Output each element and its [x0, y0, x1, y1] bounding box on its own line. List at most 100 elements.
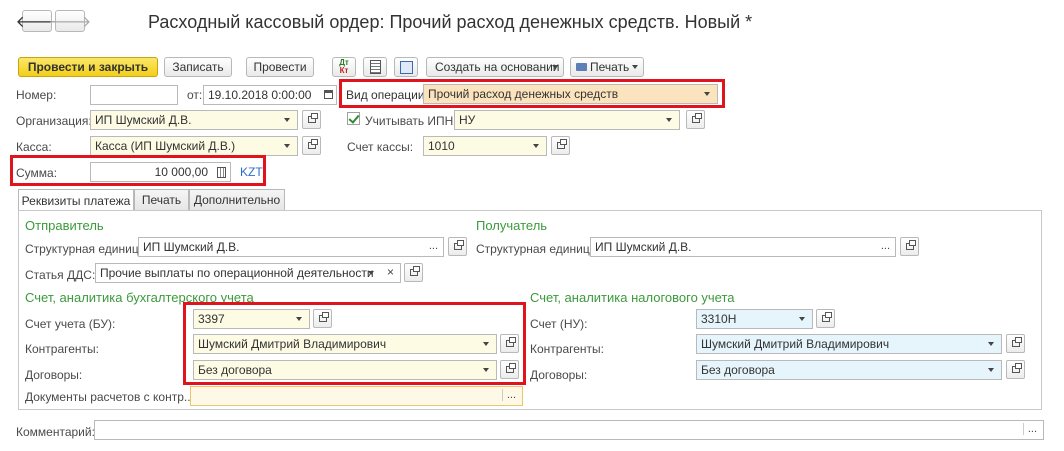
receiver-unit-value: ИП Шумский Д.В. — [595, 240, 692, 254]
post-and-close-button[interactable]: Провести и закрыть — [18, 57, 158, 77]
cash-account-label: Счет кассы: — [347, 140, 414, 154]
nu-contracts-field[interactable]: Без договора — [696, 360, 1002, 380]
open-form-icon — [409, 266, 420, 276]
arrow-right-icon: 🡒 — [48, 13, 92, 31]
sender-heading: Отправитель — [25, 218, 104, 233]
comment-field[interactable]: ... — [94, 420, 1044, 440]
comment-label: Комментарий: — [16, 425, 95, 439]
print-button[interactable]: Печать — [570, 57, 644, 77]
tab-payment-details[interactable]: Реквизиты платежа — [18, 189, 134, 211]
list-button[interactable] — [363, 57, 387, 77]
dds-label: Статья ДДС: — [25, 268, 96, 282]
chevron-down-icon — [632, 65, 638, 69]
open-form-icon — [307, 113, 318, 123]
tab-additional[interactable]: Дополнительно — [189, 189, 285, 210]
chevron-down-icon[interactable] — [277, 137, 297, 155]
chevron-down-icon[interactable] — [526, 137, 546, 155]
open-cash-button[interactable] — [302, 136, 321, 155]
calendar-icon[interactable] — [324, 90, 333, 99]
nu-account-field[interactable]: 3310Н — [696, 309, 813, 329]
highlight-operation-type — [339, 79, 725, 108]
open-dds-button[interactable] — [404, 263, 423, 282]
cash-field[interactable]: Касса (ИП Шумский Д.В.) — [90, 136, 298, 156]
back-button[interactable]: 🡐 — [16, 10, 58, 32]
post-button[interactable]: Провести — [246, 57, 314, 77]
bu-account-label: Счет учета (БУ): — [25, 317, 116, 331]
open-receiver-unit-button[interactable] — [900, 237, 919, 256]
receiver-heading: Получатель — [476, 218, 548, 233]
nu-contracts-label: Договоры: — [530, 368, 588, 382]
clear-icon[interactable]: × — [387, 265, 394, 279]
open-organization-button[interactable] — [302, 110, 321, 129]
print-label: Печать — [590, 60, 630, 74]
bu-docs-field[interactable]: ... — [190, 386, 523, 406]
open-form-icon — [307, 139, 318, 149]
printer-icon — [576, 63, 587, 71]
sender-unit-value: ИП Шумский Д.В. — [143, 240, 240, 254]
open-form-icon — [691, 113, 702, 123]
open-form-icon — [556, 139, 567, 149]
select-button[interactable]: ... — [1022, 423, 1037, 435]
chevron-down-icon[interactable] — [981, 361, 1001, 379]
open-form-icon — [821, 312, 832, 322]
sender-unit-label: Структурная единица: — [25, 242, 149, 256]
receiver-unit-field[interactable]: ИП Шумский Д.В. ... — [590, 237, 896, 257]
cash-label: Касса: — [16, 140, 52, 154]
structure-button[interactable] — [394, 57, 418, 77]
dds-value: Прочие выплаты по операционной деятельно… — [100, 266, 374, 280]
select-button[interactable]: ... — [501, 389, 516, 401]
create-based-label: Создать на основании — [435, 60, 560, 74]
ipn-label: Учитывать ИПН — [365, 114, 454, 128]
save-button[interactable]: Записать — [164, 57, 232, 77]
open-cash-account-button[interactable] — [551, 136, 570, 155]
receiver-unit-label: Структурная единица: — [476, 242, 600, 256]
chevron-down-icon[interactable] — [368, 271, 374, 275]
open-nu-contracts-button[interactable] — [1006, 360, 1025, 379]
date-from-label: от: — [187, 88, 203, 102]
select-button[interactable]: ... — [429, 240, 438, 252]
cash-account-value: 1010 — [428, 139, 455, 153]
number-label: Номер: — [16, 88, 57, 102]
date-field[interactable]: 19.10.2018 0:00:00 — [203, 85, 337, 105]
dt-kt-button[interactable]: Дт Кт — [332, 57, 356, 77]
create-based-button[interactable]: Создать на основании — [426, 57, 564, 77]
organization-field[interactable]: ИП Шумский Д.В. — [90, 110, 298, 130]
chevron-down-icon[interactable] — [792, 310, 812, 328]
organization-label: Организация: — [16, 114, 92, 128]
select-button[interactable]: ... — [881, 240, 890, 252]
bu-contracts-label: Договоры: — [25, 368, 83, 382]
list-icon — [369, 60, 381, 74]
chevron-down-icon[interactable] — [277, 111, 297, 129]
date-value: 19.10.2018 0:00:00 — [208, 88, 312, 102]
nu-contractors-value: Шумский Дмитрий Владимирович — [701, 337, 890, 351]
forward-button[interactable]: 🡒 — [49, 10, 91, 32]
open-sender-unit-button[interactable] — [448, 237, 467, 256]
ipn-checkbox[interactable] — [347, 112, 360, 125]
nu-contractors-field[interactable]: Шумский Дмитрий Владимирович — [696, 334, 1002, 354]
sender-unit-field[interactable]: ИП Шумский Д.В. ... — [138, 237, 444, 257]
ipn-value: НУ — [459, 113, 476, 127]
ipn-field[interactable]: НУ — [454, 110, 680, 130]
chevron-down-icon — [552, 65, 558, 69]
highlight-sum — [10, 155, 266, 186]
open-form-icon — [1011, 337, 1022, 347]
number-field[interactable] — [90, 85, 178, 105]
cash-account-field[interactable]: 1010 — [423, 136, 547, 156]
open-nu-account-button[interactable] — [816, 309, 835, 328]
kt-label: Кт — [339, 66, 349, 75]
nu-account-value: 3310Н — [701, 312, 737, 326]
page-title: Расходный кассовый ордер: Прочий расход … — [148, 12, 753, 32]
chevron-down-icon[interactable] — [981, 335, 1001, 353]
open-form-icon — [1011, 363, 1022, 373]
checkmark-icon — [348, 112, 360, 124]
open-ipn-button[interactable] — [686, 110, 705, 129]
bu-contractors-label: Контрагенты: — [25, 342, 100, 356]
dds-field[interactable]: Прочие выплаты по операционной деятельно… — [95, 263, 401, 283]
cash-value: Касса (ИП Шумский Д.В.) — [95, 139, 236, 153]
tab-print[interactable]: Печать — [134, 189, 189, 210]
bu-docs-label: Документы расчетов с контр... — [25, 390, 194, 404]
open-nu-contractors-button[interactable] — [1006, 334, 1025, 353]
nu-contracts-value: Без договора — [701, 363, 775, 377]
organization-value: ИП Шумский Д.В. — [95, 113, 192, 127]
chevron-down-icon[interactable] — [659, 111, 679, 129]
